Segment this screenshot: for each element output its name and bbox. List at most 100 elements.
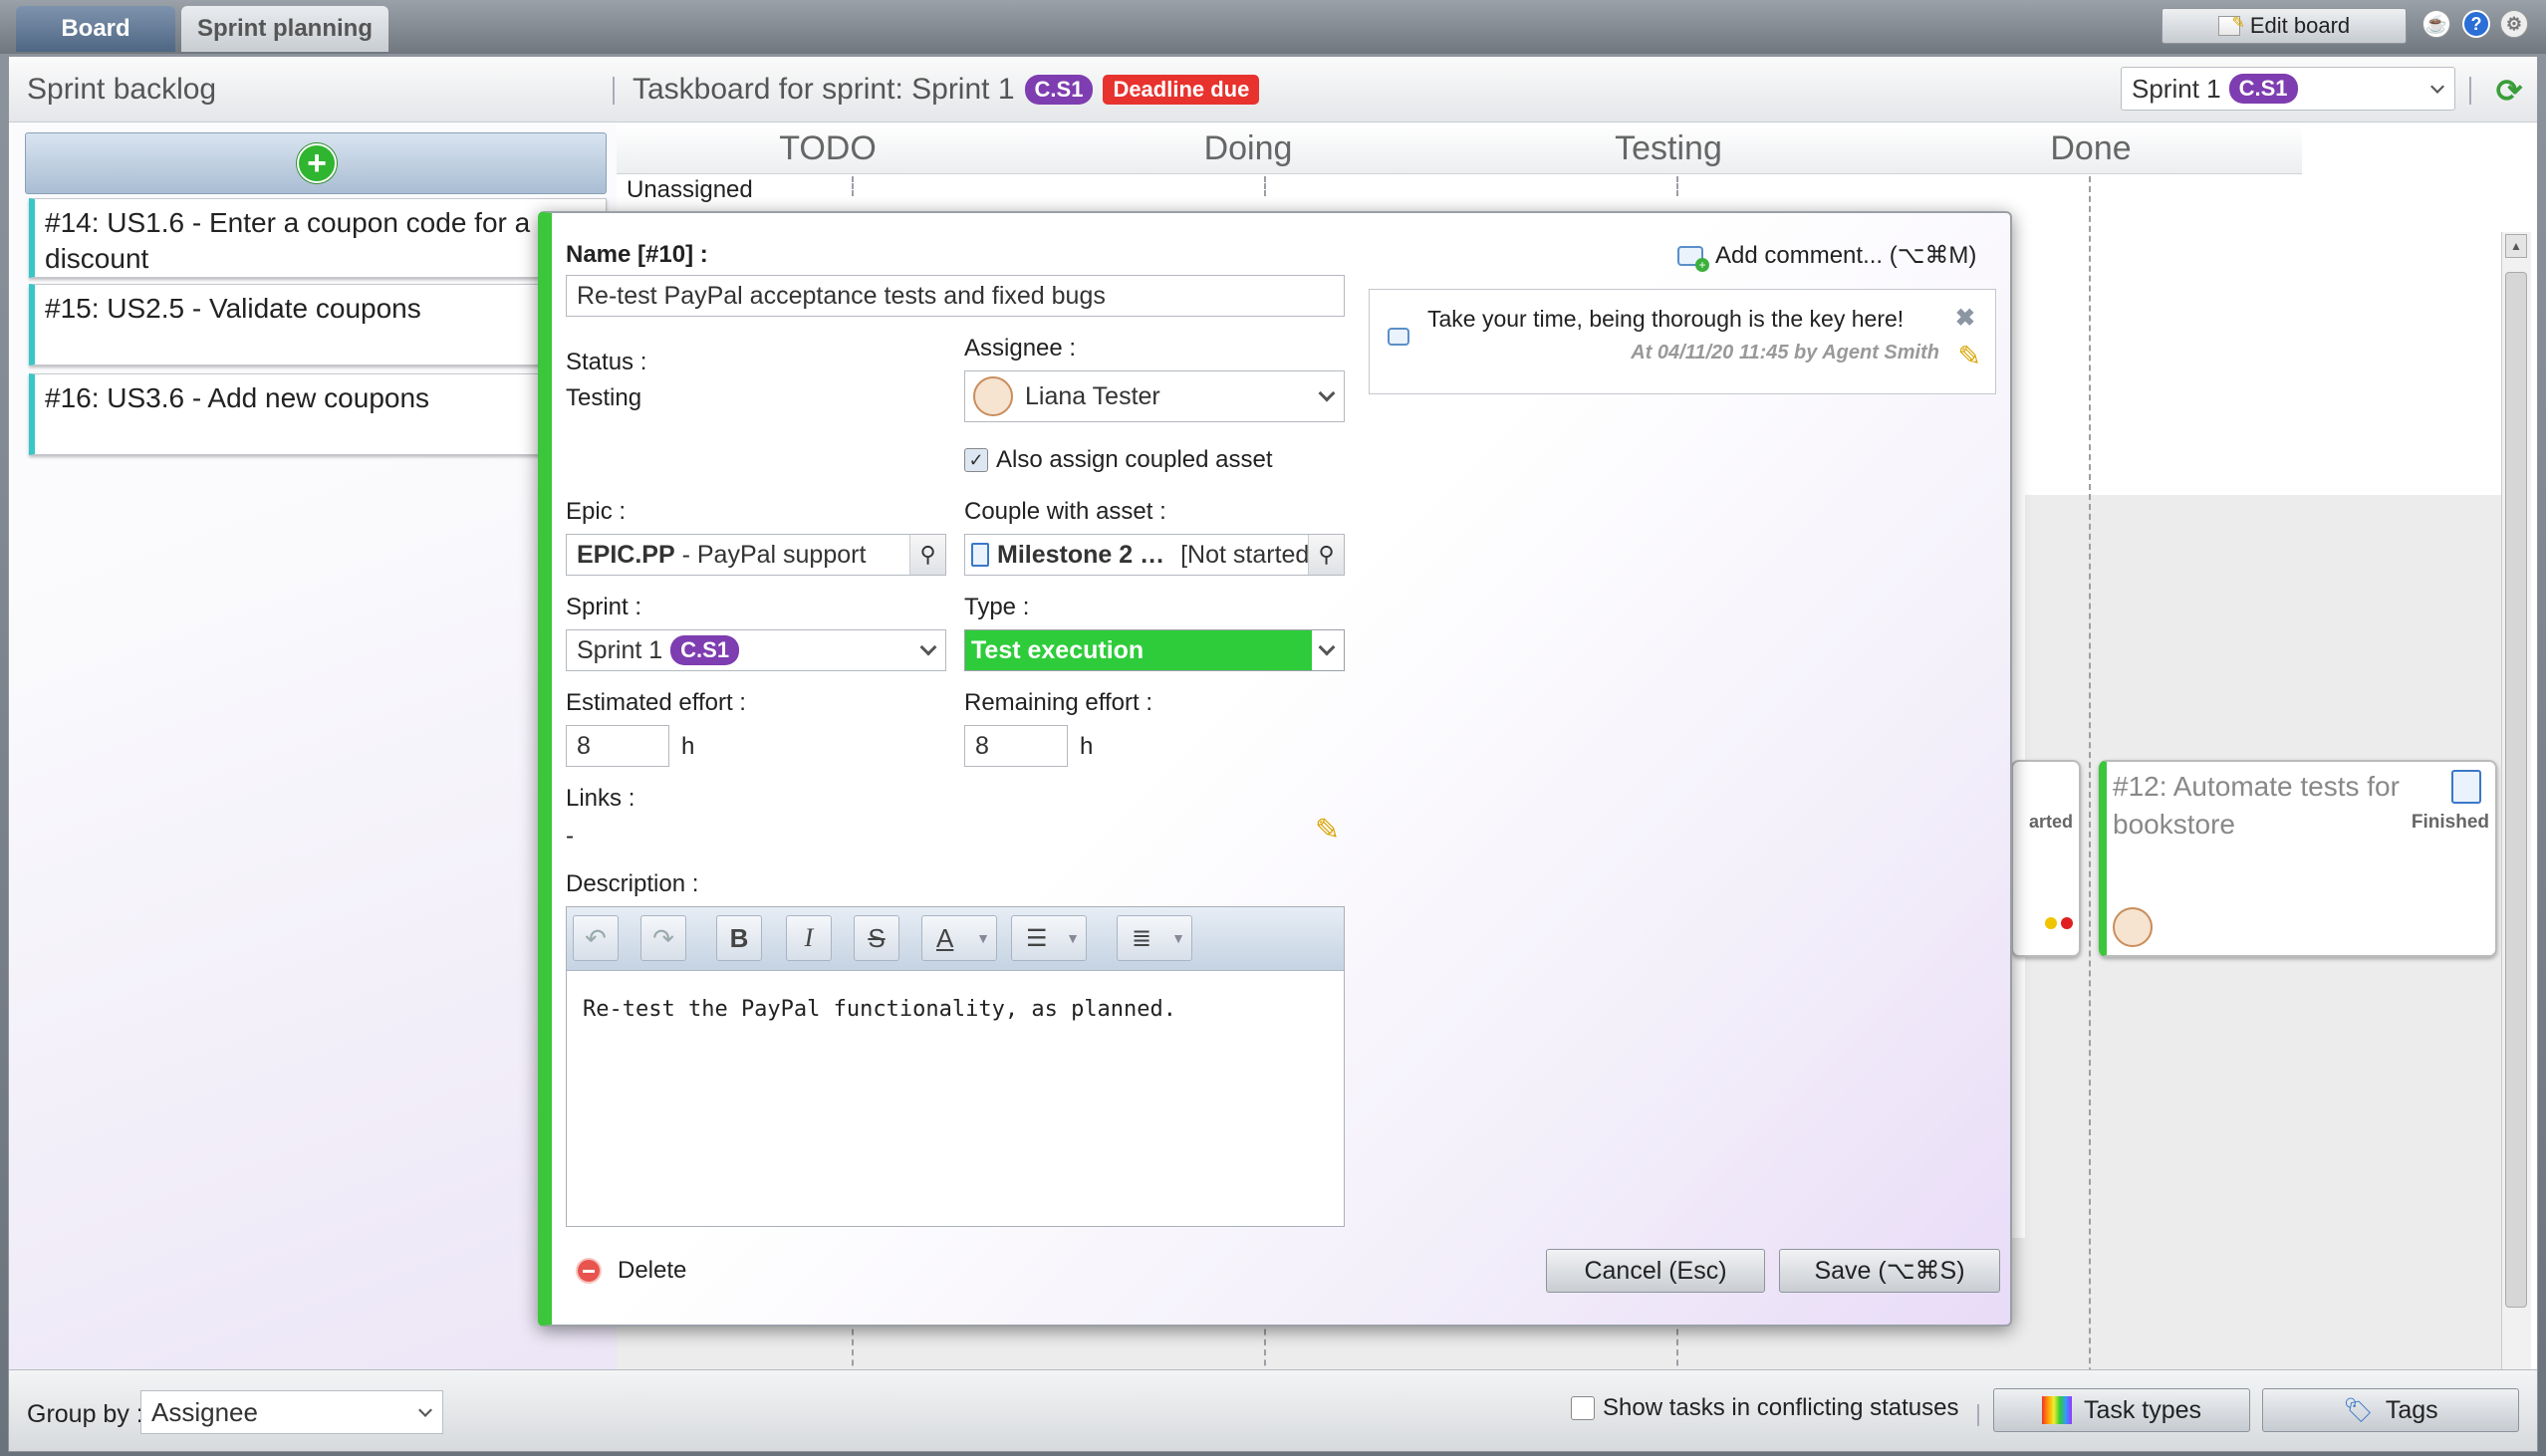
sprint-select[interactable]: Sprint 1 C.S1 bbox=[2121, 67, 2455, 111]
search-icon[interactable]: ⚲ bbox=[1308, 535, 1344, 575]
type-value: Test execution bbox=[965, 630, 1312, 670]
delete-label: Delete bbox=[618, 1257, 687, 1284]
delete-comment-icon[interactable]: ✖ bbox=[1955, 304, 1975, 333]
redo-icon[interactable]: ↷ bbox=[640, 915, 686, 961]
edit-board-button[interactable]: ✎ Edit board bbox=[2162, 8, 2407, 44]
help-icon[interactable]: ? bbox=[2462, 10, 2490, 38]
document-icon bbox=[971, 543, 989, 567]
status-value: Testing bbox=[566, 384, 642, 411]
chevron-down-icon bbox=[418, 1403, 432, 1417]
task-edit-dialog: Name [#10] : Re-test PayPal acceptance t… bbox=[538, 211, 2012, 1327]
add-story-button[interactable]: + bbox=[25, 132, 607, 194]
edit-board-icon: ✎ bbox=[2217, 15, 2245, 36]
chevron-down-icon bbox=[1310, 371, 1344, 421]
top-tab-bar: Board Sprint planning ✎ Edit board ☕ ? ⚙ bbox=[0, 0, 2546, 54]
remaining-effort-label: Remaining effort : bbox=[964, 689, 1152, 716]
check-icon[interactable]: ✓ bbox=[964, 448, 988, 472]
document-icon bbox=[2451, 770, 2481, 804]
editor-toolbar: ↶ ↷ B I S A ▼ ☰ ▼ ≣ ▼ bbox=[567, 907, 1344, 971]
strikethrough-icon[interactable]: S bbox=[854, 915, 899, 961]
sprint-backlog-panel: + #14: US1.6 - Enter a coupon code for a… bbox=[9, 122, 617, 1435]
group-by-select[interactable]: Assignee bbox=[140, 1390, 443, 1434]
bold-icon[interactable]: B bbox=[716, 915, 762, 961]
edit-comment-icon[interactable]: ✎ bbox=[1958, 340, 1981, 372]
type-label: Type : bbox=[964, 594, 1030, 620]
type-select[interactable]: Test execution bbox=[964, 629, 1345, 671]
add-comment-label: Add comment... (⌥⌘M) bbox=[1715, 242, 1977, 269]
couple-input[interactable]: Milestone 2 … [Not started] ⚲ bbox=[964, 534, 1345, 576]
also-assign-toggle[interactable]: ✓ Also assign coupled asset bbox=[964, 446, 1273, 474]
plus-icon: + bbox=[297, 143, 337, 183]
backlog-item[interactable]: #16: US3.6 - Add new coupons bbox=[29, 373, 607, 455]
couple-label: Couple with asset : bbox=[964, 498, 1166, 525]
add-comment-button[interactable]: + Add comment... (⌥⌘M) bbox=[1677, 241, 1977, 272]
numbered-list-icon[interactable]: ≣ ▼ bbox=[1117, 915, 1192, 961]
tags-button[interactable]: 🏷 Tags bbox=[2262, 1388, 2519, 1432]
epic-label: Epic : bbox=[566, 498, 627, 525]
column-header-todo: TODO bbox=[617, 124, 1039, 174]
group-by-value: Assignee bbox=[151, 1396, 258, 1427]
backlog-title: Sprint backlog bbox=[27, 73, 217, 106]
column-header-testing: Testing bbox=[1457, 124, 1880, 174]
settings-icon[interactable]: ⚙ bbox=[2500, 10, 2528, 38]
delete-icon bbox=[576, 1258, 602, 1284]
bottom-bar: Group by : Assignee Show tasks in confli… bbox=[9, 1369, 2537, 1451]
comment-icon bbox=[1388, 328, 1409, 346]
board-scrollbar[interactable]: ▲ ▼ bbox=[2501, 232, 2531, 1433]
taskboard-title: Taskboard for sprint: Sprint 1 C.S1 Dead… bbox=[633, 73, 1260, 107]
scroll-up-arrow[interactable]: ▲ bbox=[2505, 234, 2527, 258]
tags-label: Tags bbox=[2385, 1395, 2438, 1424]
description-text[interactable]: Re-test the PayPal functionality, as pla… bbox=[583, 997, 1176, 1022]
task-card-12[interactable]: #12: Automate tests for bookstore Finish… bbox=[2099, 760, 2497, 957]
tea-cup-icon[interactable]: ☕ bbox=[2422, 10, 2450, 38]
sprint-badge: C.S1 bbox=[1024, 75, 1094, 105]
task-card-partial[interactable]: arted bbox=[2011, 760, 2081, 957]
text-color-icon[interactable]: A ▼ bbox=[921, 915, 997, 961]
header-divider bbox=[613, 77, 615, 105]
column-divider bbox=[1264, 176, 1266, 196]
chevron-down-icon bbox=[1310, 630, 1344, 670]
name-label: Name [#10] : bbox=[566, 241, 708, 268]
comment-meta: At 04/11/20 11:45 by Agent Smith bbox=[1631, 342, 1939, 364]
bullet-list-icon[interactable]: ☰ ▼ bbox=[1011, 915, 1087, 961]
tab-sprint-planning[interactable]: Sprint planning bbox=[181, 6, 388, 52]
sprint-field-select[interactable]: Sprint 1 C.S1 bbox=[566, 629, 946, 671]
remaining-effort-unit: h bbox=[1080, 733, 1094, 760]
italic-icon[interactable]: I bbox=[786, 915, 832, 961]
links-label: Links : bbox=[566, 785, 636, 812]
links-value: - bbox=[566, 823, 574, 849]
conflict-toggle[interactable]: Show tasks in conflicting statuses bbox=[1571, 1394, 1959, 1422]
scroll-thumb[interactable] bbox=[2505, 272, 2527, 1308]
task-name-input[interactable]: Re-test PayPal acceptance tests and fixe… bbox=[566, 275, 1345, 317]
undo-icon[interactable]: ↶ bbox=[573, 915, 619, 961]
comment: Take your time, being thorough is the ke… bbox=[1369, 289, 1996, 394]
tab-board[interactable]: Board bbox=[16, 6, 175, 52]
pencil-icon[interactable]: ✎ bbox=[1315, 813, 1340, 848]
delete-button[interactable]: Delete bbox=[576, 1257, 686, 1285]
backlog-item[interactable]: #14: US1.6 - Enter a coupon code for a d… bbox=[29, 198, 607, 278]
refresh-icon[interactable]: ⟳ bbox=[2491, 73, 2527, 109]
task-title: #12: Automate tests for bookstore bbox=[2113, 771, 2400, 840]
sprint-field-badge: C.S1 bbox=[670, 635, 740, 665]
cancel-button[interactable]: Cancel (Esc) bbox=[1546, 1249, 1765, 1293]
edit-board-label: Edit board bbox=[2249, 13, 2351, 38]
estimated-effort-input[interactable]: 8 bbox=[566, 725, 669, 767]
tag-icon: 🏷 bbox=[2343, 1396, 2374, 1424]
assignee-select[interactable]: Liana Tester bbox=[964, 370, 1345, 422]
chevron-down-icon bbox=[2430, 80, 2444, 94]
task-types-button[interactable]: Task types bbox=[1993, 1388, 2250, 1432]
swimlane-label: Unassigned bbox=[627, 176, 753, 203]
save-button[interactable]: Save (⌥⌘S) bbox=[1779, 1249, 2000, 1293]
backlog-item[interactable]: #15: US2.5 - Validate coupons bbox=[29, 284, 607, 365]
search-icon[interactable]: ⚲ bbox=[909, 535, 945, 575]
sprint-select-value: Sprint 1 bbox=[2132, 73, 2221, 104]
card-status: arted bbox=[2028, 812, 2073, 832]
conflict-checkbox[interactable] bbox=[1571, 1396, 1595, 1420]
description-editor[interactable]: ↶ ↷ B I S A ▼ ☰ ▼ ≣ ▼ Re-test the PayPal fu… bbox=[566, 906, 1345, 1227]
remaining-effort-input[interactable]: 8 bbox=[964, 725, 1068, 767]
task-types-label: Task types bbox=[2083, 1395, 2202, 1424]
sprint-select-badge: C.S1 bbox=[2228, 74, 2298, 104]
also-assign-label: Also assign coupled asset bbox=[996, 446, 1273, 473]
description-label: Description : bbox=[566, 870, 699, 897]
epic-input[interactable]: EPIC.PP - PayPal support ⚲ bbox=[566, 534, 946, 576]
